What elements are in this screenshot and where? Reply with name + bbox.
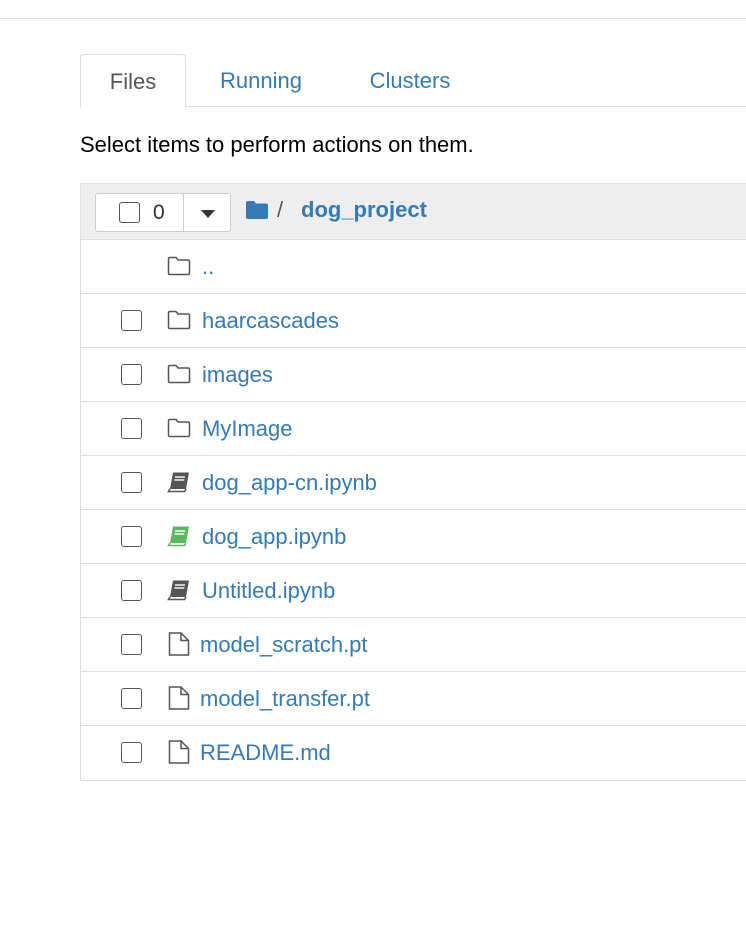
item-link[interactable]: README.md xyxy=(200,740,331,766)
file-list: 0 / dog_project .. haarcascades images M… xyxy=(80,183,746,781)
list-item[interactable]: haarcascades xyxy=(81,294,746,348)
tab-running[interactable]: Running xyxy=(196,54,326,107)
list-item[interactable]: model_scratch.pt xyxy=(81,618,746,672)
item-link[interactable]: MyImage xyxy=(202,416,292,442)
item-checkbox[interactable] xyxy=(121,526,142,547)
item-link[interactable]: images xyxy=(202,362,273,388)
folder-icon[interactable] xyxy=(246,200,268,219)
item-checkbox[interactable] xyxy=(121,472,142,493)
breadcrumb-dog-project[interactable]: dog_project xyxy=(301,197,427,223)
notebook-icon xyxy=(167,580,189,601)
caret-down-icon xyxy=(201,210,215,218)
file-icon xyxy=(168,632,190,656)
file-icon xyxy=(168,740,190,764)
item-link[interactable]: dog_app-cn.ipynb xyxy=(202,470,377,496)
folder-icon xyxy=(167,364,191,384)
folder-icon xyxy=(167,310,191,330)
selected-count: 0 xyxy=(153,201,165,224)
item-checkbox[interactable] xyxy=(121,310,142,331)
list-item[interactable]: MyImage xyxy=(81,402,746,456)
file-icon xyxy=(168,686,190,710)
item-checkbox[interactable] xyxy=(121,742,142,763)
item-checkbox[interactable] xyxy=(121,364,142,385)
list-item[interactable]: README.md xyxy=(81,726,746,780)
select-dropdown-button[interactable] xyxy=(184,193,231,232)
tab-bar: Files Running Clusters xyxy=(80,54,746,108)
list-item[interactable]: model_transfer.pt xyxy=(81,672,746,726)
list-item[interactable]: dog_app.ipynb xyxy=(81,510,746,564)
item-link[interactable]: haarcascades xyxy=(202,308,339,334)
file-list-header: 0 / dog_project xyxy=(81,184,746,240)
list-item[interactable]: Untitled.ipynb xyxy=(81,564,746,618)
notebook-running-icon xyxy=(167,526,189,547)
folder-icon xyxy=(167,256,191,276)
item-checkbox[interactable] xyxy=(121,688,142,709)
top-header xyxy=(0,0,746,19)
item-link[interactable]: dog_app.ipynb xyxy=(202,524,346,550)
select-all-checkbox[interactable] xyxy=(119,202,140,223)
instructions-text: Select items to perform actions on them. xyxy=(80,132,474,157)
item-checkbox[interactable] xyxy=(121,580,142,601)
jupyter-logo[interactable] xyxy=(88,0,238,6)
item-link[interactable]: model_transfer.pt xyxy=(200,686,370,712)
select-button-group: 0 xyxy=(95,193,231,232)
parent-dir-link[interactable]: .. xyxy=(202,254,214,280)
item-checkbox[interactable] xyxy=(121,634,142,655)
item-checkbox[interactable] xyxy=(121,418,142,439)
notebook-icon xyxy=(167,472,189,493)
item-link[interactable]: Untitled.ipynb xyxy=(202,578,335,604)
select-all-button[interactable]: 0 xyxy=(95,193,184,232)
folder-icon xyxy=(167,418,191,438)
list-item[interactable]: images xyxy=(81,348,746,402)
tab-files[interactable]: Files xyxy=(80,54,186,108)
parent-dir-row[interactable]: .. xyxy=(81,240,746,294)
item-link[interactable]: model_scratch.pt xyxy=(200,632,368,658)
list-item[interactable]: dog_app-cn.ipynb xyxy=(81,456,746,510)
tab-clusters[interactable]: Clusters xyxy=(346,54,474,107)
breadcrumb-separator: / xyxy=(277,197,284,222)
